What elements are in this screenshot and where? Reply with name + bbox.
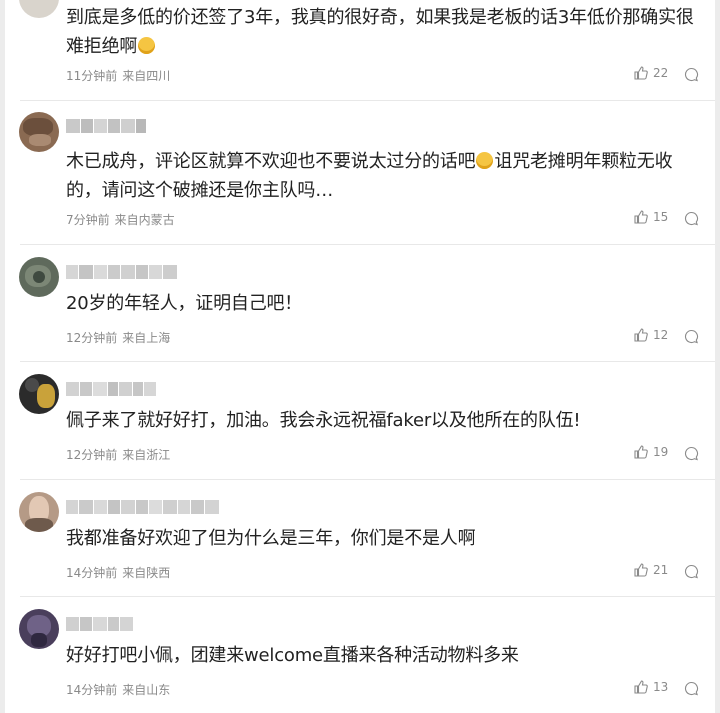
comment-text-content: 好好打吧小佩，团建来welcome直播来各种活动物料多来	[66, 645, 519, 666]
username-blurred[interactable]	[66, 118, 147, 133]
thumbs-up-icon	[634, 66, 648, 80]
laughing-crying-emoji-icon	[138, 37, 156, 54]
comment-item: 佩子来了就好好打，加油。我会永远祝福faker以及他所在的队伍! 12分钟前 来自…	[5, 362, 715, 479]
like-count: 15	[653, 210, 669, 224]
comment-time: 11分钟前	[66, 69, 118, 83]
username-blurred[interactable]	[66, 381, 157, 396]
like-button[interactable]: 22	[634, 66, 668, 80]
comment-meta: 12分钟前 来自上海	[66, 329, 170, 346]
comment-location: 来自四川	[122, 69, 171, 83]
comment-bubble-icon[interactable]	[684, 564, 699, 579]
like-count: 22	[653, 66, 669, 80]
like-button[interactable]: 21	[634, 563, 668, 577]
avatar[interactable]	[19, 0, 59, 18]
comment-text-content: 到底是多低的价还签了3年，我真的很好奇，如果我是老板的话3年低价那确实很难拒绝啊	[66, 7, 694, 57]
comment-location: 来自陕西	[122, 566, 171, 580]
thumbs-up-icon	[634, 210, 648, 224]
laughing-crying-emoji-icon	[476, 152, 494, 169]
comment-meta: 14分钟前 来自陕西	[66, 564, 170, 581]
like-count: 12	[653, 328, 669, 342]
comment-item: 木已成舟，评论区就算不欢迎也不要说太过分的话吧 诅咒老摊明年颗粒无收的，请问这个破…	[5, 101, 715, 244]
comment-item: 到底是多低的价还签了3年，我真的很好奇，如果我是老板的话3年低价那确实很难拒绝啊…	[5, 0, 715, 100]
comment-text: 佩子来了就好好打，加油。我会永远祝福faker以及他所在的队伍!	[66, 406, 706, 435]
username-blurred[interactable]	[66, 264, 178, 279]
comment-text-content: 20岁的年轻人，证明自己吧！	[66, 293, 303, 314]
comment-location: 来自内蒙古	[114, 213, 175, 227]
comment-location: 来自浙江	[122, 448, 171, 462]
thumbs-up-icon	[634, 445, 648, 459]
comment-text-content: 佩子来了就好好打，加油。我会永远祝福faker以及他所在的队伍!	[66, 410, 581, 431]
comment-time: 7分钟前	[66, 213, 110, 227]
comment-item: 我都准备好欢迎了但为什么是三年，你们是不是人啊 14分钟前 来自陕西 21	[5, 480, 715, 596]
comment-text: 好好打吧小佩，团建来welcome直播来各种活动物料多来	[66, 641, 706, 670]
comment-item: 好好打吧小佩，团建来welcome直播来各种活动物料多来 14分钟前 来自山东 1…	[5, 597, 715, 713]
avatar[interactable]	[19, 609, 59, 649]
comment-meta: 11分钟前 来自四川	[66, 67, 170, 84]
thumbs-up-icon	[634, 328, 648, 342]
like-count: 13	[653, 680, 669, 694]
like-count: 21	[653, 563, 669, 577]
comment-list: 到底是多低的价还签了3年，我真的很好奇，如果我是老板的话3年低价那确实很难拒绝啊…	[5, 0, 715, 713]
comment-time: 12分钟前	[66, 448, 118, 462]
comment-meta: 12分钟前 来自浙江	[66, 446, 170, 463]
comment-text: 到底是多低的价还签了3年，我真的很好奇，如果我是老板的话3年低价那确实很难拒绝啊	[66, 3, 706, 61]
comment-time: 14分钟前	[66, 683, 118, 697]
comment-bubble-icon[interactable]	[684, 211, 699, 226]
comment-bubble-icon[interactable]	[684, 446, 699, 461]
comment-text-content: 我都准备好欢迎了但为什么是三年，你们是不是人啊	[66, 528, 476, 549]
comment-bubble-icon[interactable]	[684, 67, 699, 82]
comment-text: 我都准备好欢迎了但为什么是三年，你们是不是人啊	[66, 524, 706, 553]
comment-text-part-1: 木已成舟，评论区就算不欢迎也不要说太过分的话吧	[66, 151, 476, 172]
comment-meta: 7分钟前 来自内蒙古	[66, 211, 175, 228]
comment-item: 20岁的年轻人，证明自己吧！ 12分钟前 来自上海 12	[5, 245, 715, 361]
avatar[interactable]	[19, 492, 59, 532]
like-button[interactable]: 13	[634, 680, 668, 694]
thumbs-up-icon	[634, 563, 648, 577]
avatar[interactable]	[19, 374, 59, 414]
comment-time: 12分钟前	[66, 331, 118, 345]
comment-text: 木已成舟，评论区就算不欢迎也不要说太过分的话吧 诅咒老摊明年颗粒无收的，请问这个破…	[66, 147, 706, 205]
comment-text: 20岁的年轻人，证明自己吧！	[66, 289, 706, 318]
like-button[interactable]: 15	[634, 210, 668, 224]
comment-bubble-icon[interactable]	[684, 681, 699, 696]
avatar[interactable]	[19, 112, 59, 152]
like-button[interactable]: 12	[634, 328, 668, 342]
comment-meta: 14分钟前 来自山东	[66, 681, 170, 698]
username-blurred[interactable]	[66, 616, 134, 631]
comment-time: 14分钟前	[66, 566, 118, 580]
comment-location: 来自山东	[122, 683, 171, 697]
like-count: 19	[653, 445, 669, 459]
avatar[interactable]	[19, 257, 59, 297]
thumbs-up-icon	[634, 680, 648, 694]
comment-bubble-icon[interactable]	[684, 329, 699, 344]
comment-location: 来自上海	[122, 331, 171, 345]
username-blurred[interactable]	[66, 499, 220, 514]
like-button[interactable]: 19	[634, 445, 668, 459]
